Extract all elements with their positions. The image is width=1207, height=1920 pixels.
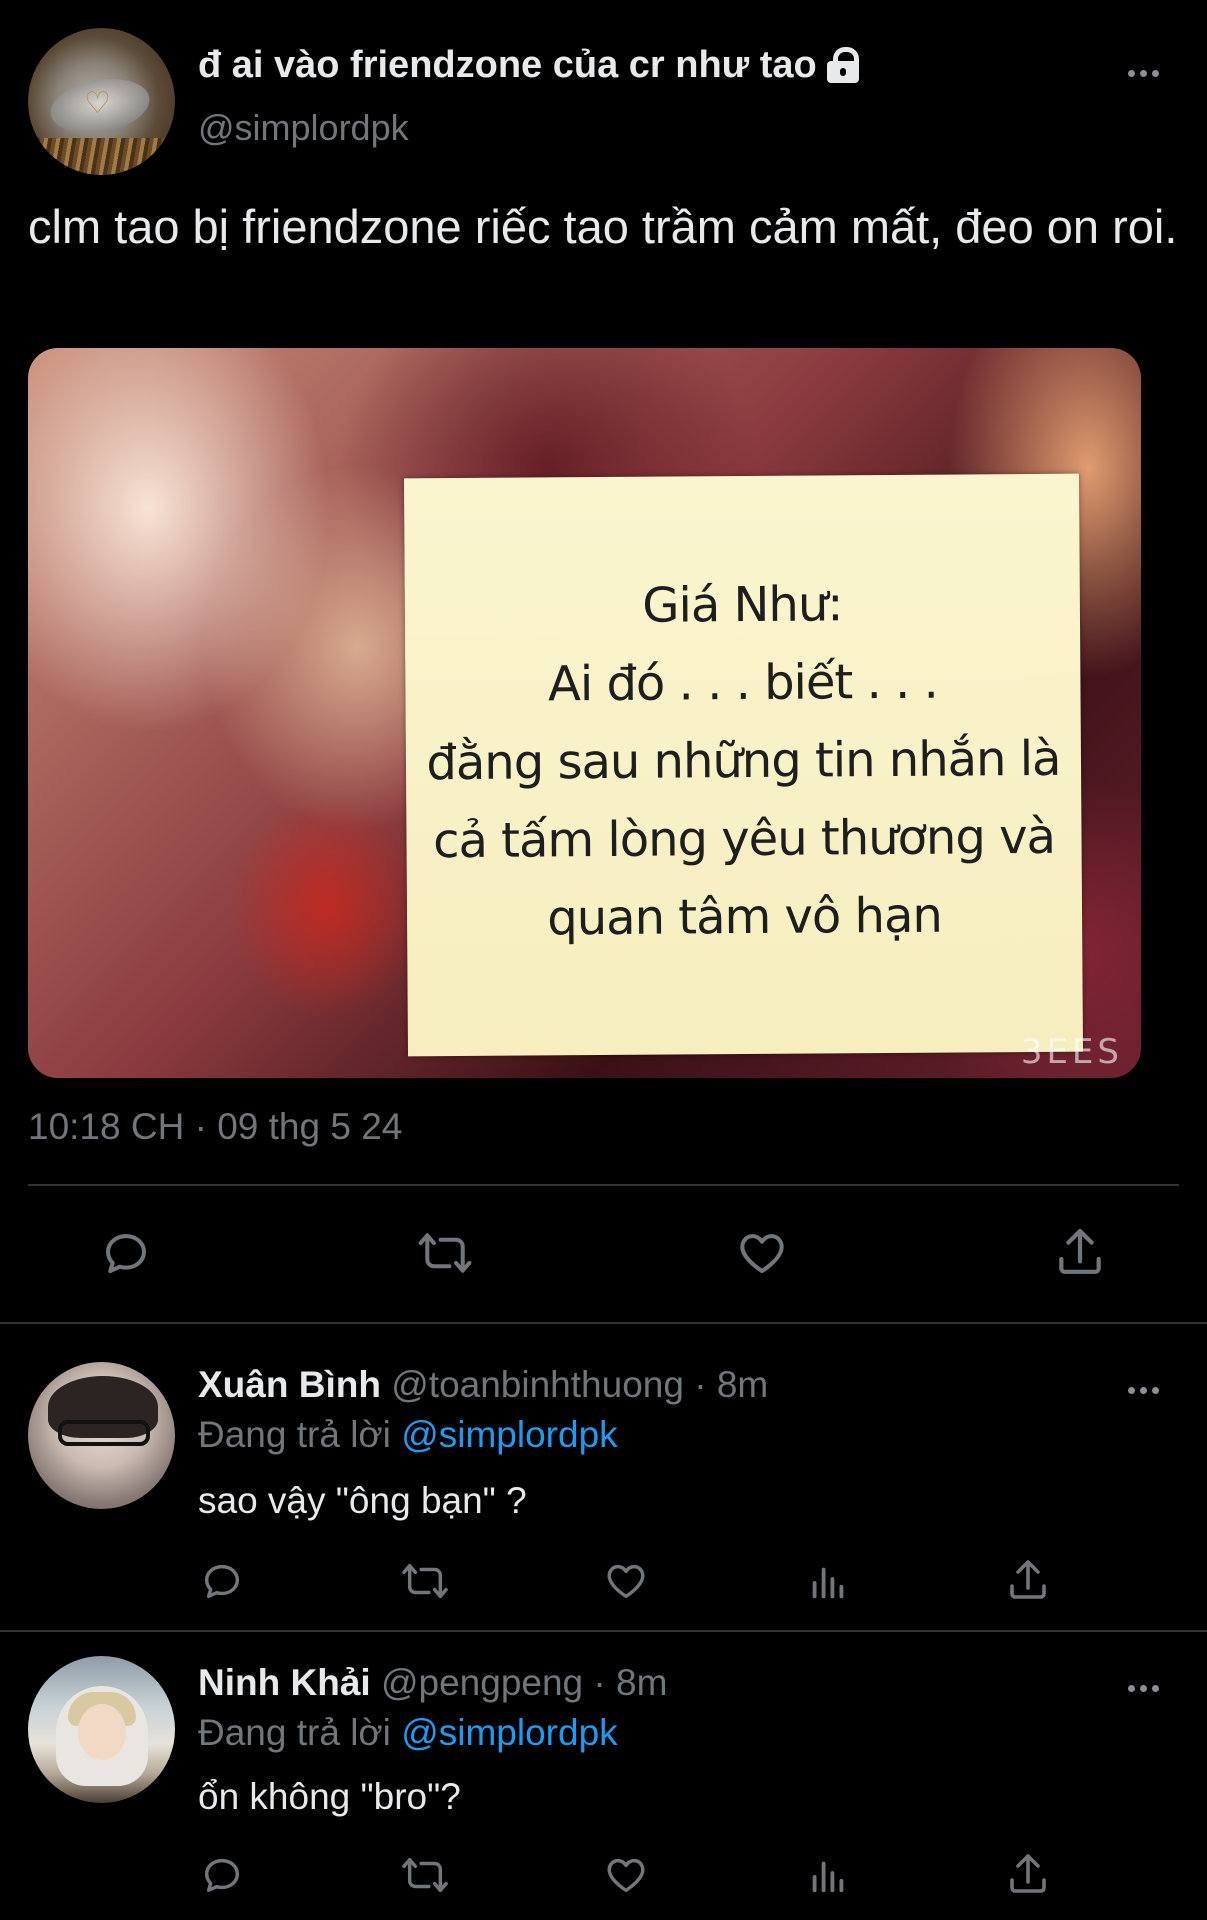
like-icon[interactable] [602,1852,650,1898]
display-name-text: đ ai vào friendzone của cr như tao [198,44,817,86]
more-options-icon[interactable] [1128,70,1159,77]
more-options-icon[interactable] [1128,1387,1159,1394]
lock-icon [825,47,861,83]
author-display-name[interactable]: đ ai vào friendzone của cr như tao [198,44,861,87]
replying-to: Đang trả lời @simplordpk [198,1712,618,1754]
avatar[interactable] [28,1656,175,1803]
reply-time[interactable]: 8m [616,1662,667,1703]
reply-text: sao vậy "ông bạn" ? [198,1480,527,1521]
note-line: đằng sau những tin nhắn là [426,730,1061,792]
separator: · [694,1364,707,1405]
note-line: Giá Như: [642,576,843,634]
mention-link[interactable]: @simplordpk [401,1712,617,1753]
reply-tweet[interactable]: Ninh Khải @pengpeng · 8m Đang trả lời @s… [0,1632,1207,1920]
reply-header: Ninh Khải @pengpeng · 8m [198,1662,667,1704]
like-icon[interactable] [734,1226,790,1280]
replying-prefix: Đang trả lời [198,1712,391,1753]
divider [28,1184,1179,1186]
reply-display-name[interactable]: Ninh Khải [198,1662,371,1703]
avatar[interactable] [28,1362,175,1509]
share-icon[interactable] [1004,1556,1052,1604]
separator: · [593,1662,606,1703]
reply-icon[interactable] [198,1852,246,1898]
avatar-face [78,1704,126,1760]
author-handle[interactable]: @simplordpk [198,107,409,149]
replying-prefix: Đang trả lời [198,1414,391,1455]
reply-handle[interactable]: @toanbinhthuong [391,1364,684,1405]
avatar[interactable]: ♡ [28,28,175,175]
image-watermark: 3EES [1020,1032,1123,1072]
reply-tweet[interactable]: Xuân Bình @toanbinhthuong · 8m Đang trả … [0,1324,1207,1632]
reply-handle[interactable]: @pengpeng [381,1662,583,1703]
avatar-noodles [28,138,175,175]
reply-actions [0,1852,1207,1912]
tweet-image[interactable]: Giá Như: Ai đó . . . biết . . . đằng sau… [28,348,1141,1078]
replying-to: Đang trả lời @simplordpk [198,1414,618,1456]
retweet-icon[interactable] [398,1558,452,1604]
note-line: quan tâm vô hạn [547,887,943,947]
main-tweet: ♡ đ ai vào friendzone của cr như tao @si… [0,0,1207,1324]
tweet-text: clm tao bị friendzone riếc tao trầm cảm … [28,200,1178,253]
note-line: Ai đó . . . biết . . . [547,653,939,713]
like-icon[interactable] [602,1558,650,1604]
share-icon[interactable] [1004,1850,1052,1898]
sticky-note: Giá Như: Ai đó . . . biết . . . đằng sau… [403,473,1084,1057]
retweet-icon[interactable] [398,1852,452,1898]
reply-icon[interactable] [198,1558,246,1604]
tweet-timestamp[interactable]: 10:18 CH · 09 thg 5 24 [28,1106,402,1148]
mention-link[interactable]: @simplordpk [401,1414,617,1455]
reply-time[interactable]: 8m [717,1364,768,1405]
reply-text: ổn không "bro"? [198,1776,461,1817]
reply-display-name[interactable]: Xuân Bình [198,1364,381,1405]
reply-actions [0,1558,1207,1618]
note-line: cả tấm lòng yêu thương và [432,808,1056,870]
analytics-icon[interactable] [804,1558,852,1604]
analytics-icon[interactable] [804,1852,852,1898]
reply-icon[interactable] [98,1226,154,1280]
more-options-icon[interactable] [1128,1685,1159,1692]
reply-header: Xuân Bình @toanbinhthuong · 8m [198,1364,768,1406]
heart-icon: ♡ [84,86,111,121]
share-icon[interactable] [1052,1224,1108,1280]
retweet-icon[interactable] [414,1226,476,1280]
avatar-glasses [58,1420,150,1446]
note-text: Giá Như: Ai đó . . . biết . . . đằng sau… [405,564,1083,959]
